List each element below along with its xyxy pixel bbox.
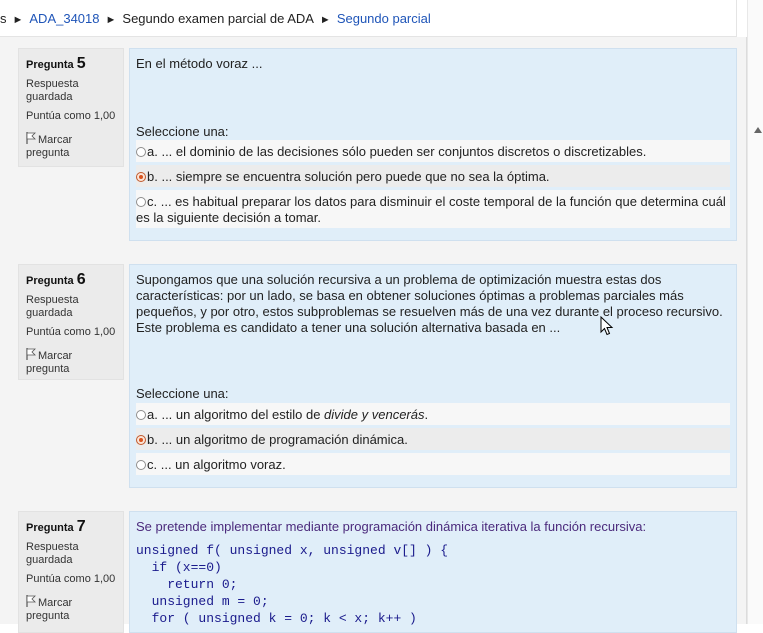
radio-icon[interactable]	[136, 410, 146, 420]
select-one-prompt: Seleccione una:	[136, 124, 229, 139]
question-grade: Puntúa como 1,00	[26, 110, 116, 122]
answer-option-a[interactable]: a. ... un algoritmo del estilo de divide…	[136, 403, 730, 425]
code-block: unsigned f( unsigned x, unsigned v[] ) {…	[136, 543, 449, 626]
question-number-value: 5	[76, 55, 86, 72]
question-label: Pregunta	[26, 59, 74, 71]
question-text: En el método voraz ...	[136, 56, 263, 71]
radio-icon[interactable]	[136, 147, 146, 157]
question-5-info: Pregunta 5 Respuesta guardada Puntúa com…	[18, 48, 124, 167]
answer-option-text: b. ... siempre se encuentra solución per…	[147, 169, 550, 184]
breadcrumb-course-link[interactable]: ADA_34018	[29, 11, 99, 26]
answer-option-text: a. ... un algoritmo del estilo de	[147, 407, 325, 422]
flag-icon	[26, 348, 36, 360]
question-label: Pregunta	[26, 275, 74, 287]
breadcrumb: s ► ADA_34018 ► Segundo examen parcial de AD…	[0, 0, 737, 37]
question-number: Pregunta 5	[26, 55, 86, 73]
scrollbar[interactable]	[747, 0, 763, 624]
answer-option-c[interactable]: c. ... es habitual preparar los datos pa…	[136, 190, 730, 228]
question-state: Respuesta guardada	[26, 541, 79, 566]
flag-question-button[interactable]: Marcar pregunta	[26, 595, 116, 623]
flag-question-button[interactable]: Marcar pregunta	[26, 132, 116, 160]
answer-option-text: b. ... un algoritmo de programación diná…	[147, 432, 408, 447]
flag-icon	[26, 595, 36, 607]
answer-option-emphasis: divide y vencerás	[324, 407, 425, 422]
answer-option-a[interactable]: a. ... el dominio de las decisiones sólo…	[136, 140, 730, 162]
breadcrumb-prefix: s	[0, 11, 7, 26]
question-number-value: 6	[76, 271, 86, 288]
quiz-content: Pregunta 5 Respuesta guardada Puntúa com…	[0, 37, 747, 633]
flag-icon	[26, 132, 36, 144]
breadcrumb-separator: ►	[105, 14, 117, 26]
answer-option-c[interactable]: c. ... un algoritmo voraz.	[136, 453, 730, 475]
breadcrumb-exam: Segundo examen parcial de ADA	[122, 11, 314, 26]
question-grade: Puntúa como 1,00	[26, 326, 116, 338]
radio-icon[interactable]	[136, 460, 146, 470]
radio-icon[interactable]	[136, 197, 146, 207]
question-text: Supongamos que una solución recursiva a …	[136, 272, 723, 335]
radio-icon[interactable]	[136, 172, 146, 182]
question-grade: Puntúa como 1,00	[26, 573, 116, 585]
breadcrumb-separator: ►	[12, 14, 24, 26]
question-number: Pregunta 6	[26, 271, 86, 289]
breadcrumb-quiz-link[interactable]: Segundo parcial	[337, 11, 431, 26]
answer-option-text: c. ... es habitual preparar los datos pa…	[136, 194, 726, 225]
radio-icon[interactable]	[136, 435, 146, 445]
question-5-formulation: En el método voraz ... Seleccione una: a…	[129, 48, 737, 241]
question-state: Respuesta guardada	[26, 78, 79, 103]
question-number-value: 7	[76, 518, 86, 535]
question-6-info: Pregunta 6 Respuesta guardada Puntúa com…	[18, 264, 124, 380]
question-6-formulation: Supongamos que una solución recursiva a …	[129, 264, 737, 488]
breadcrumb-separator: ►	[319, 14, 331, 26]
scroll-up-arrow-icon[interactable]	[754, 127, 762, 133]
select-one-prompt: Seleccione una:	[136, 386, 229, 401]
answer-option-text: c. ... un algoritmo voraz.	[147, 457, 286, 472]
answer-option-b[interactable]: b. ... siempre se encuentra solución per…	[136, 165, 730, 187]
mouse-cursor-icon	[600, 316, 614, 336]
question-7-info: Pregunta 7 Respuesta guardada Puntúa com…	[18, 511, 124, 633]
flag-question-button[interactable]: Marcar pregunta	[26, 348, 116, 376]
question-state: Respuesta guardada	[26, 294, 79, 319]
question-label: Pregunta	[26, 522, 74, 534]
question-number: Pregunta 7	[26, 518, 86, 536]
question-text: Se pretende implementar mediante program…	[136, 519, 647, 534]
question-7-formulation: Se pretende implementar mediante program…	[129, 511, 737, 633]
answer-option-b[interactable]: b. ... un algoritmo de programación diná…	[136, 428, 730, 450]
answer-option-text-end: .	[424, 407, 429, 422]
answer-option-text: a. ... el dominio de las decisiones sólo…	[147, 144, 647, 159]
